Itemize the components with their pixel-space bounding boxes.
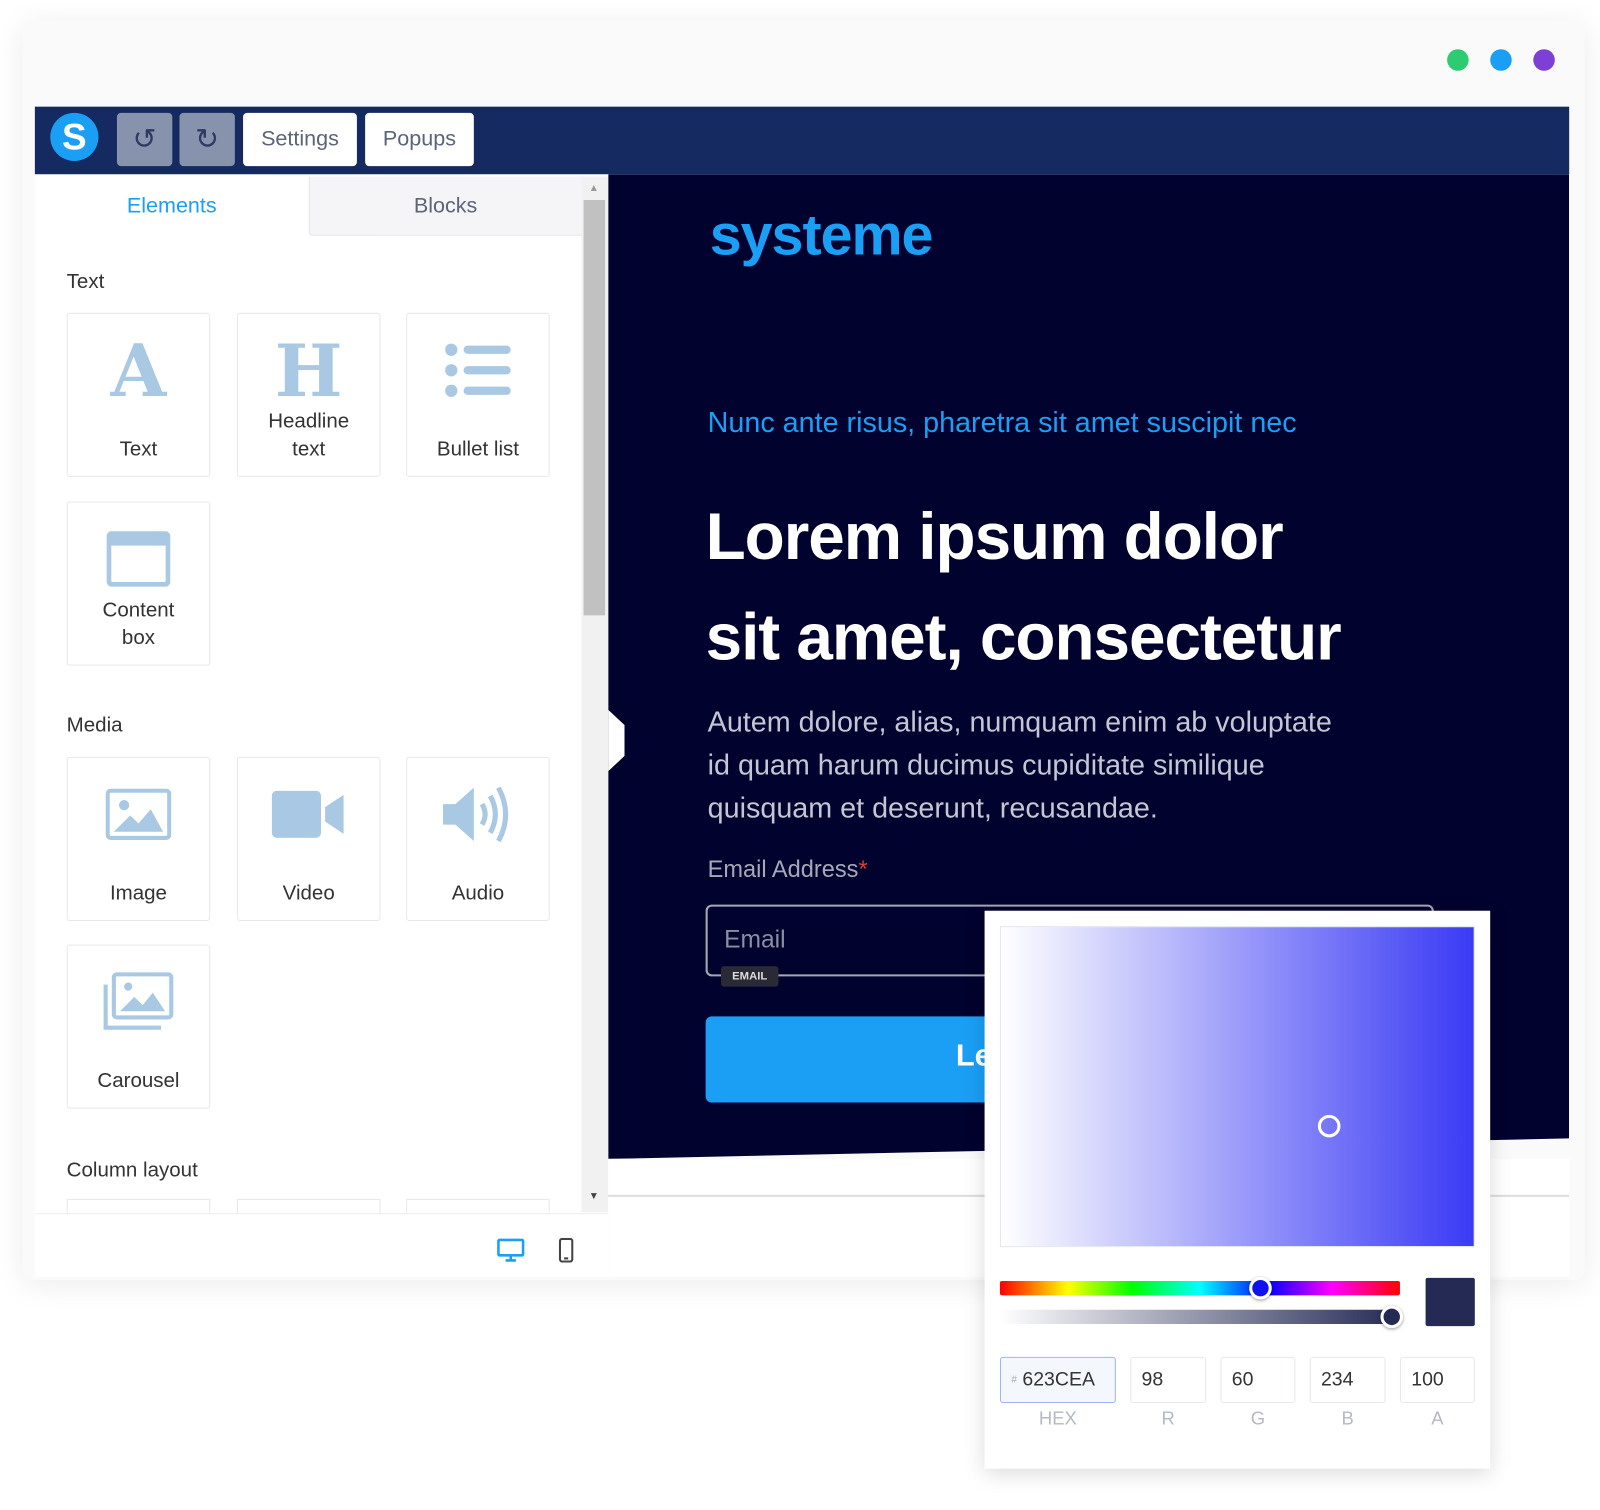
element-label: Headline text [268, 410, 350, 461]
hex-label: HEX [1038, 1408, 1077, 1429]
r-label: R [1161, 1408, 1175, 1429]
blue-dot [1490, 49, 1512, 71]
tab-elements[interactable]: Elements [35, 176, 309, 235]
section-title-text: Text [66, 270, 105, 294]
headline-h-icon: H [274, 327, 343, 413]
email-label-text: Email Address [707, 855, 859, 883]
scrollbar-thumb[interactable] [583, 199, 606, 616]
element-label: Text [119, 437, 158, 461]
element-label: Image [109, 882, 167, 905]
hex-value: 623CEA [1022, 1369, 1095, 1391]
hex-input[interactable]: # 623CEA [999, 1356, 1116, 1404]
hue-slider[interactable] [999, 1280, 1400, 1296]
element-label: Audio [451, 882, 505, 905]
mobile-icon[interactable] [558, 1237, 574, 1268]
required-mark: * [858, 855, 868, 883]
desktop-icon[interactable] [496, 1238, 525, 1268]
section-title-media: Media [66, 713, 123, 737]
headline: Lorem ipsum dolor sit amet, consectetur [705, 486, 1342, 687]
alpha-slider[interactable] [999, 1309, 1400, 1325]
element-label: Content box [102, 598, 175, 650]
element-headline[interactable]: H Headline text [236, 312, 381, 477]
column-card[interactable] [406, 1198, 550, 1214]
element-text[interactable]: A Text [66, 312, 211, 477]
element-label: Bullet list [436, 437, 519, 461]
element-video[interactable]: Video [236, 756, 381, 921]
scroll-down-icon[interactable]: ▼ [589, 1191, 599, 1202]
tab-blocks[interactable]: Blocks [308, 176, 582, 236]
headline-line: Lorem ipsum dolor [705, 499, 1284, 574]
element-carousel[interactable]: Carousel [66, 944, 211, 1109]
scroll-up-icon[interactable]: ▲ [589, 183, 599, 194]
element-content-box[interactable]: Content box [66, 501, 211, 666]
element-bullet-list[interactable]: Bullet list [406, 312, 550, 477]
popups-button[interactable]: Popups [365, 112, 474, 167]
settings-button[interactable]: Settings [243, 112, 357, 167]
hue-thumb[interactable] [1249, 1276, 1272, 1300]
a-label: A [1431, 1408, 1444, 1429]
b-label: B [1341, 1408, 1354, 1429]
alpha-thumb[interactable] [1380, 1305, 1404, 1329]
section-title-column-layout: Column layout [66, 1158, 198, 1182]
saturation-area[interactable] [999, 926, 1475, 1248]
a-input[interactable]: 100 [1399, 1356, 1475, 1404]
column-card[interactable] [66, 1198, 211, 1214]
carousel-icon [68, 966, 210, 1038]
content-box-icon [68, 523, 210, 595]
video-icon [238, 778, 380, 850]
paragraph: Autem dolore, alias, numquam enim ab vol… [708, 700, 1332, 829]
image-icon [68, 778, 210, 850]
bullet-list-icon [407, 334, 549, 406]
brand-logo: systeme [709, 202, 934, 267]
audio-icon [407, 778, 549, 850]
undo-icon: ↺ [132, 123, 157, 155]
green-dot [1447, 49, 1469, 71]
r-input[interactable]: 98 [1130, 1356, 1207, 1404]
element-label: Carousel [97, 1069, 180, 1093]
paragraph-line: id quam harum ducimus cupiditate similiq… [707, 748, 1265, 781]
undo-button[interactable]: ↺ [116, 112, 173, 167]
redo-button[interactable]: ↻ [179, 112, 235, 167]
saturation-cursor[interactable] [1317, 1114, 1341, 1138]
element-audio[interactable]: Audio [406, 756, 550, 921]
subtitle: Nunc ante risus, pharetra sit amet susci… [707, 406, 1297, 438]
purple-dot [1533, 49, 1555, 71]
text-a-icon: A [110, 327, 167, 413]
logo[interactable]: S [50, 112, 99, 162]
b-input[interactable]: 234 [1309, 1356, 1386, 1404]
email-label: Email Address* [708, 855, 868, 883]
paragraph-line: quisquam et deserunt, recusandae. [707, 791, 1158, 824]
redo-icon: ↻ [195, 123, 220, 155]
column-card[interactable] [236, 1198, 381, 1214]
color-swatch [1425, 1277, 1475, 1327]
g-input[interactable]: 60 [1220, 1356, 1296, 1404]
g-label: G [1250, 1408, 1266, 1429]
paragraph-line: Autem dolore, alias, numquam enim ab vol… [707, 705, 1332, 738]
email-badge: EMAIL [720, 966, 779, 987]
headline-line: sit amet, consectetur [705, 599, 1342, 674]
element-image[interactable]: Image [66, 756, 211, 921]
element-label: Video [282, 882, 335, 905]
hash-symbol: # [1011, 1374, 1017, 1386]
